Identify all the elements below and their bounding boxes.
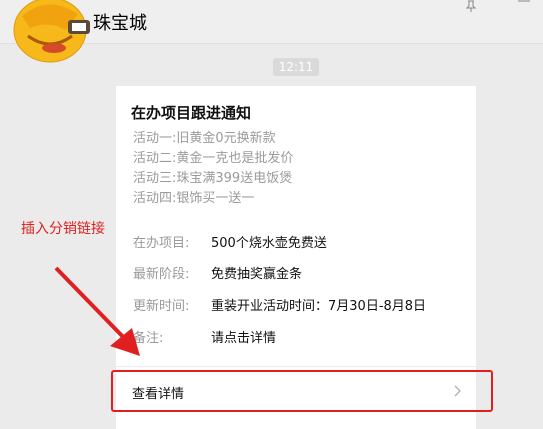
- field-update-time: 更新时间: 重装开业活动时间：7月30日-8月8日: [133, 295, 426, 314]
- avatar[interactable]: [8, 0, 96, 66]
- field-stage: 最新阶段: 免费抽奖赢金条: [133, 263, 302, 282]
- more-icon[interactable]: [517, 0, 533, 12]
- activity-item: 活动二:黄金一克也是批发价: [133, 151, 294, 166]
- divider: [116, 366, 476, 367]
- red-arrow-icon: [54, 266, 140, 356]
- field-value: 请点击详情: [211, 331, 277, 346]
- field-remark: 备注: 请点击详情: [133, 327, 276, 346]
- card-title: 在办项目跟进通知: [131, 104, 252, 122]
- activity-item: 活动三:珠宝满399送电饭煲: [133, 171, 293, 186]
- field-value: 重装开业活动时间：7月30日-8月8日: [211, 299, 427, 314]
- highlight-box: [111, 370, 493, 412]
- activity-item: 活动四:银饰买一送一: [133, 191, 255, 206]
- field-value: 500个烧水壶免费送: [211, 236, 327, 251]
- activity-item: 活动一:旧黄金0元换新款: [133, 131, 276, 146]
- field-value: 免费抽奖赢金条: [211, 267, 303, 282]
- chat-title: 珠宝城: [93, 13, 147, 34]
- annotation-text: 插入分销链接: [21, 221, 105, 237]
- field-label: 在办项目:: [133, 236, 190, 251]
- chat-header: 珠宝城: [0, 0, 543, 63]
- activity-list: 活动一:旧黄金0元换新款 活动二:黄金一克也是批发价 活动三:珠宝满399送电饭…: [133, 129, 293, 209]
- field-project: 在办项目: 500个烧水壶免费送: [133, 232, 327, 251]
- message-timestamp: 12:11: [273, 58, 319, 76]
- pin-icon[interactable]: [465, 0, 481, 12]
